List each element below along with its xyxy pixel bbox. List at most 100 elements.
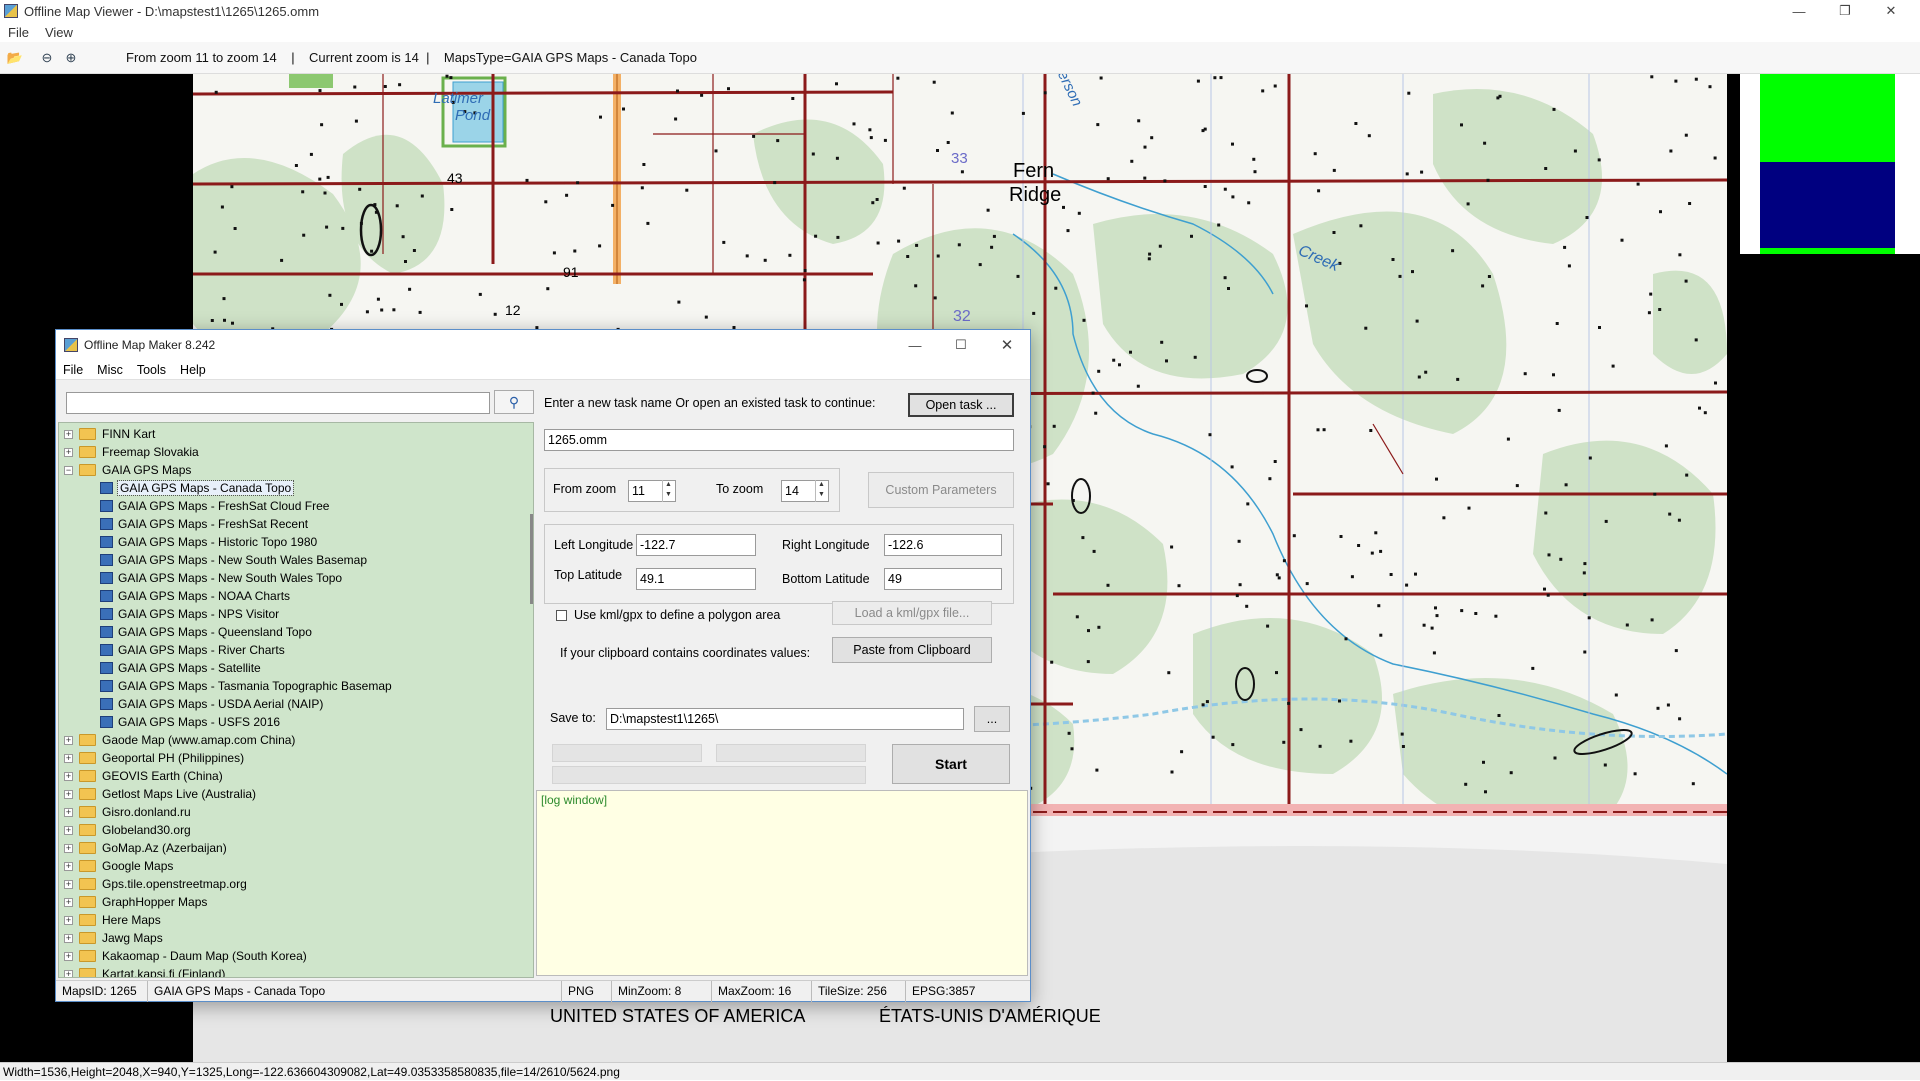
- tree-node[interactable]: GAIA GPS Maps - Canada Topo: [59, 479, 533, 497]
- expand-icon[interactable]: +: [64, 429, 73, 439]
- building-mark: [1666, 703, 1670, 707]
- from-zoom-spinner[interactable]: ▲ ▼: [662, 480, 674, 502]
- to-zoom-spinner[interactable]: ▲ ▼: [815, 480, 827, 502]
- expand-icon[interactable]: +: [64, 789, 73, 799]
- map-source-icon: [100, 482, 113, 494]
- tree-node[interactable]: + Kakaomap - Daum Map (South Korea): [59, 947, 533, 965]
- tree-node[interactable]: + Globeland30.org: [59, 821, 533, 839]
- tree-node[interactable]: GAIA GPS Maps - Satellite: [59, 659, 533, 677]
- tree-node[interactable]: + Gaode Map (www.amap.com China): [59, 731, 533, 749]
- tree-node[interactable]: + Gisro.donland.ru: [59, 803, 533, 821]
- top-latitude-input[interactable]: 49.1: [636, 568, 756, 590]
- tree-node[interactable]: GAIA GPS Maps - New South Wales Basemap: [59, 551, 533, 569]
- save-path-input[interactable]: D:\mapstest1\1265\: [606, 708, 964, 730]
- menu-view[interactable]: View: [37, 25, 81, 40]
- expand-icon[interactable]: +: [64, 879, 73, 889]
- tree-node[interactable]: GAIA GPS Maps - FreshSat Recent: [59, 515, 533, 533]
- close-icon[interactable]: ✕: [1868, 0, 1914, 22]
- open-folder-icon[interactable]: 📂: [6, 49, 24, 67]
- tree-node[interactable]: GAIA GPS Maps - Tasmania Topographic Bas…: [59, 677, 533, 695]
- tree-node[interactable]: + Jawg Maps: [59, 929, 533, 947]
- map-source-icon: [100, 518, 113, 530]
- tree-node[interactable]: GAIA GPS Maps - Historic Topo 1980: [59, 533, 533, 551]
- tree-node[interactable]: GAIA GPS Maps - USDA Aerial (NAIP): [59, 695, 533, 713]
- load-kml-button[interactable]: Load a kml/gpx file...: [832, 601, 992, 625]
- paste-clipboard-button[interactable]: Paste from Clipboard: [832, 637, 992, 663]
- omm-menu-help[interactable]: Help: [173, 363, 213, 377]
- map-search-input[interactable]: [66, 392, 490, 414]
- tree-node[interactable]: GAIA GPS Maps - NPS Visitor: [59, 605, 533, 623]
- building-mark: [1531, 666, 1535, 670]
- tree-node[interactable]: + Freemap Slovakia: [59, 443, 533, 461]
- tree-node[interactable]: + GEOVIS Earth (China): [59, 767, 533, 785]
- log-window[interactable]: [log window]: [536, 790, 1028, 976]
- tree-node[interactable]: + Kartat.kapsi.fi (Finland): [59, 965, 533, 977]
- building-mark: [1684, 279, 1688, 283]
- expand-icon[interactable]: +: [64, 969, 73, 977]
- building-mark: [1587, 616, 1591, 620]
- building-mark: [1163, 179, 1167, 183]
- right-longitude-input[interactable]: -122.6: [884, 534, 1002, 556]
- zoom-out-icon[interactable]: ⊖: [38, 49, 56, 67]
- tree-node[interactable]: + FINN Kart: [59, 425, 533, 443]
- expand-icon[interactable]: +: [64, 753, 73, 763]
- tree-node[interactable]: GAIA GPS Maps - USFS 2016: [59, 713, 533, 731]
- kml-checkbox[interactable]: [556, 610, 567, 621]
- tree-scrollbar[interactable]: [530, 514, 533, 604]
- expand-icon[interactable]: +: [64, 861, 73, 871]
- expand-icon[interactable]: +: [64, 933, 73, 943]
- omm-maximize-icon[interactable]: ☐: [938, 334, 984, 356]
- maps-tree[interactable]: + FINN Kart + Freemap Slovakia − GAIA GPS Map…: [58, 422, 534, 978]
- browse-button[interactable]: ...: [974, 706, 1010, 732]
- left-longitude-input[interactable]: -122.7: [636, 534, 756, 556]
- expand-icon[interactable]: +: [64, 807, 73, 817]
- tree-node[interactable]: GAIA GPS Maps - FreshSat Cloud Free: [59, 497, 533, 515]
- expand-icon[interactable]: +: [64, 951, 73, 961]
- tree-node[interactable]: + Google Maps: [59, 857, 533, 875]
- tree-node-label: Freemap Slovakia: [102, 445, 199, 459]
- outer-status-bar: Width=1536,Height=2048,X=940,Y=1325,Long…: [0, 1062, 1920, 1080]
- custom-parameters-button[interactable]: Custom Parameters: [868, 472, 1014, 508]
- tree-node[interactable]: + Getlost Maps Live (Australia): [59, 785, 533, 803]
- tree-node[interactable]: GAIA GPS Maps - NOAA Charts: [59, 587, 533, 605]
- bottom-latitude-input[interactable]: 49: [884, 568, 1002, 590]
- omm-minimize-icon[interactable]: —: [892, 334, 938, 356]
- omm-menu-misc[interactable]: Misc: [90, 363, 130, 377]
- start-button[interactable]: Start: [892, 744, 1010, 784]
- expand-icon[interactable]: +: [64, 915, 73, 925]
- restore-icon[interactable]: ❐: [1822, 0, 1868, 22]
- expand-icon[interactable]: +: [64, 825, 73, 835]
- omm-menu-tools[interactable]: Tools: [130, 363, 173, 377]
- building-mark: [722, 240, 726, 244]
- expand-icon[interactable]: +: [64, 771, 73, 781]
- expand-icon[interactable]: +: [64, 843, 73, 853]
- zoom-in-icon[interactable]: ⊕: [62, 49, 80, 67]
- map-label-latimer: Latimer: [433, 90, 484, 107]
- tree-node[interactable]: + GoMap.Az (Azerbaijan): [59, 839, 533, 857]
- open-task-button[interactable]: Open task ...: [908, 393, 1014, 417]
- omm-menu-file[interactable]: File: [56, 363, 90, 377]
- collapse-icon[interactable]: −: [64, 465, 73, 475]
- building-mark: [1081, 536, 1085, 540]
- building-mark: [611, 203, 615, 207]
- search-button[interactable]: ⚲: [494, 390, 534, 414]
- tree-node[interactable]: GAIA GPS Maps - River Charts: [59, 641, 533, 659]
- tree-node[interactable]: GAIA GPS Maps - New South Wales Topo: [59, 569, 533, 587]
- tree-node[interactable]: + GraphHopper Maps: [59, 893, 533, 911]
- task-name-input[interactable]: 1265.omm: [544, 429, 1014, 451]
- tree-node[interactable]: GAIA GPS Maps - Queensland Topo: [59, 623, 533, 641]
- omm-close-icon[interactable]: ✕: [984, 334, 1030, 356]
- expand-icon[interactable]: +: [64, 447, 73, 457]
- tree-node[interactable]: − GAIA GPS Maps: [59, 461, 533, 479]
- expand-icon[interactable]: +: [64, 735, 73, 745]
- expand-icon[interactable]: +: [64, 897, 73, 907]
- menu-file[interactable]: File: [0, 25, 37, 40]
- building-mark: [1253, 170, 1257, 174]
- building-mark: [986, 208, 990, 212]
- tree-node[interactable]: + Gps.tile.openstreetmap.org: [59, 875, 533, 893]
- building-mark: [1553, 756, 1557, 760]
- tree-node[interactable]: + Here Maps: [59, 911, 533, 929]
- tree-node[interactable]: + Geoportal PH (Philippines): [59, 749, 533, 767]
- minimize-icon[interactable]: —: [1776, 0, 1822, 22]
- building-mark: [1217, 223, 1221, 227]
